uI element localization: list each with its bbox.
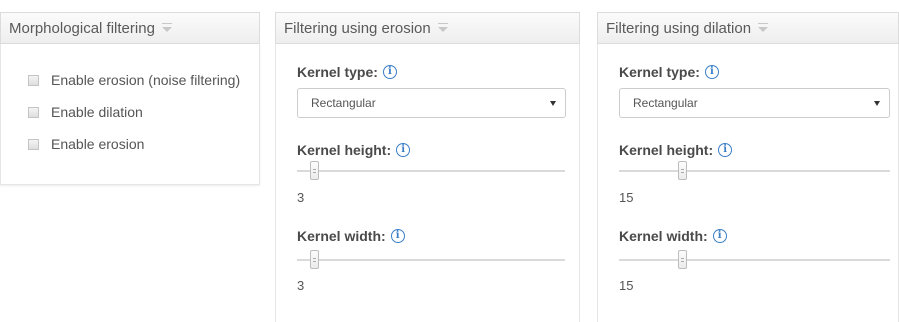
collapse-caret-icon[interactable] — [758, 22, 769, 32]
checkbox-label: Enable erosion (noise filtering) — [51, 72, 241, 88]
checkbox-label: Enable erosion — [51, 136, 145, 152]
kernel-type-label: Kernel type: i — [297, 64, 397, 80]
kernel-type-select[interactable]: Rectangular — [619, 88, 890, 118]
info-icon[interactable]: i — [390, 229, 405, 243]
kernel-height-label: Kernel height: i — [297, 142, 411, 158]
kernel-width-slider-handle[interactable] — [678, 250, 687, 269]
kernel-height-label: Kernel height: i — [619, 142, 733, 158]
kernel-width-label: Kernel width: i — [619, 228, 727, 244]
morphological-filtering-header[interactable]: Morphological filtering — [0, 12, 260, 44]
kernel-type-select[interactable]: Rectangular — [297, 88, 566, 118]
kernel-height-slider-track[interactable] — [619, 170, 890, 172]
label-text: Kernel height: — [297, 142, 392, 158]
kernel-height-slider-handle[interactable] — [310, 161, 319, 180]
enable-erosion-noise-checkbox[interactable] — [28, 74, 39, 86]
erosion-filter-panel: Filtering using erosion Kernel type: i R… — [275, 12, 580, 322]
kernel-height-slider-handle[interactable] — [678, 161, 687, 180]
collapse-caret-icon[interactable] — [161, 22, 172, 32]
kernel-width-slider-handle[interactable] — [310, 250, 319, 269]
select-value: Rectangular — [311, 96, 376, 110]
dilation-filter-header[interactable]: Filtering using dilation — [597, 12, 899, 44]
enable-erosion-option[interactable]: Enable erosion — [1, 135, 259, 153]
label-text: Kernel height: — [619, 142, 714, 158]
label-text: Kernel width: — [297, 228, 386, 244]
collapse-caret-icon[interactable] — [437, 22, 448, 32]
morphological-filtering-body: Enable erosion (noise filtering) Enable … — [0, 44, 260, 185]
kernel-width-value: 3 — [297, 278, 305, 293]
kernel-width-slider-track[interactable] — [297, 259, 565, 261]
enable-dilation-checkbox[interactable] — [28, 106, 39, 118]
erosion-filter-header[interactable]: Filtering using erosion — [275, 12, 580, 44]
kernel-type-label: Kernel type: i — [619, 64, 719, 80]
info-icon[interactable]: i — [704, 65, 719, 79]
info-icon[interactable]: i — [396, 143, 411, 157]
panel-title: Filtering using dilation — [606, 19, 752, 37]
enable-dilation-option[interactable]: Enable dilation — [1, 103, 259, 121]
panel-title: Filtering using erosion — [284, 19, 431, 37]
select-value: Rectangular — [633, 96, 698, 110]
erosion-filter-body: Kernel type: i Rectangular Kernel height… — [275, 44, 580, 322]
info-icon[interactable]: i — [712, 229, 727, 243]
checkbox-label: Enable dilation — [51, 104, 143, 120]
kernel-height-value: 15 — [619, 190, 634, 205]
label-text: Kernel width: — [619, 228, 708, 244]
dilation-filter-body: Kernel type: i Rectangular Kernel height… — [597, 44, 899, 322]
dropdown-arrow-icon[interactable] — [874, 101, 880, 106]
info-icon[interactable]: i — [382, 65, 397, 79]
kernel-height-slider-track[interactable] — [297, 170, 565, 172]
dropdown-arrow-icon[interactable] — [550, 101, 556, 106]
info-icon[interactable]: i — [718, 143, 733, 157]
kernel-width-slider-track[interactable] — [619, 259, 890, 261]
kernel-height-value: 3 — [297, 190, 305, 205]
panel-title: Morphological filtering — [9, 19, 155, 37]
enable-erosion-checkbox[interactable] — [28, 138, 39, 150]
label-text: Kernel type: — [297, 64, 378, 80]
kernel-width-label: Kernel width: i — [297, 228, 405, 244]
label-text: Kernel type: — [619, 64, 700, 80]
dilation-filter-panel: Filtering using dilation Kernel type: i … — [597, 12, 899, 322]
kernel-width-value: 15 — [619, 278, 634, 293]
enable-erosion-noise-option[interactable]: Enable erosion (noise filtering) — [1, 71, 259, 89]
morphological-filtering-panel: Morphological filtering Enable erosion (… — [0, 12, 260, 185]
